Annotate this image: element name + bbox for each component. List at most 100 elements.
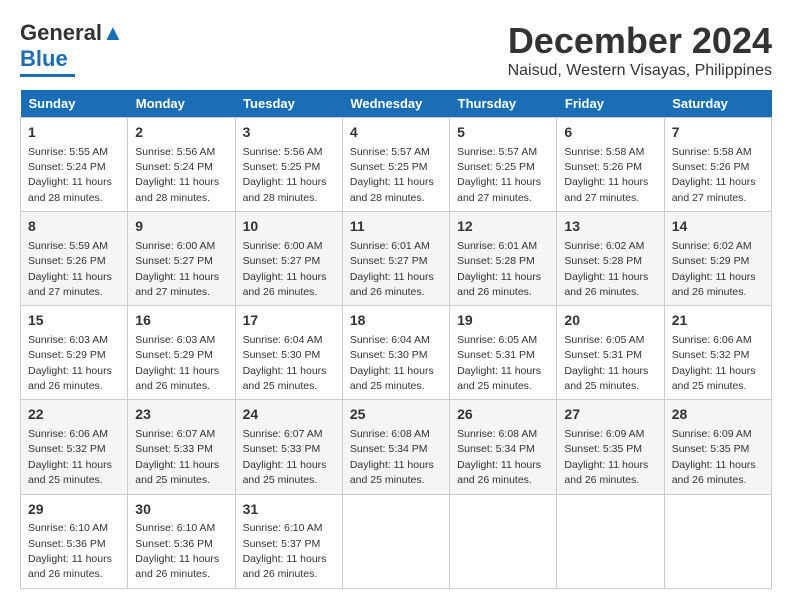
calendar-cell: 25 Sunrise: 6:08 AMSunset: 5:34 PMDaylig…	[342, 400, 449, 494]
day-number: 16	[135, 311, 227, 331]
day-number: 12	[457, 217, 549, 237]
day-detail: Sunrise: 6:06 AMSunset: 5:32 PMDaylight:…	[28, 428, 112, 486]
calendar-day-header: Friday	[557, 90, 664, 118]
calendar-cell: 31 Sunrise: 6:10 AMSunset: 5:37 PMDaylig…	[235, 494, 342, 588]
day-detail: Sunrise: 6:07 AMSunset: 5:33 PMDaylight:…	[243, 428, 327, 486]
day-number: 27	[564, 405, 656, 425]
calendar-cell: 19 Sunrise: 6:05 AMSunset: 5:31 PMDaylig…	[450, 306, 557, 400]
day-detail: Sunrise: 6:01 AMSunset: 5:28 PMDaylight:…	[457, 240, 541, 298]
calendar-cell: 16 Sunrise: 6:03 AMSunset: 5:29 PMDaylig…	[128, 306, 235, 400]
calendar-cell: 14 Sunrise: 6:02 AMSunset: 5:29 PMDaylig…	[664, 212, 771, 306]
calendar-week-row: 15 Sunrise: 6:03 AMSunset: 5:29 PMDaylig…	[21, 306, 772, 400]
calendar-cell: 13 Sunrise: 6:02 AMSunset: 5:28 PMDaylig…	[557, 212, 664, 306]
day-number: 5	[457, 123, 549, 143]
day-number: 11	[350, 217, 442, 237]
calendar-cell: 7 Sunrise: 5:58 AMSunset: 5:26 PMDayligh…	[664, 118, 771, 212]
calendar-day-header: Sunday	[21, 90, 128, 118]
day-detail: Sunrise: 6:03 AMSunset: 5:29 PMDaylight:…	[135, 334, 219, 392]
calendar-cell: 17 Sunrise: 6:04 AMSunset: 5:30 PMDaylig…	[235, 306, 342, 400]
calendar-header-row: SundayMondayTuesdayWednesdayThursdayFrid…	[21, 90, 772, 118]
day-number: 10	[243, 217, 335, 237]
day-number: 18	[350, 311, 442, 331]
day-number: 3	[243, 123, 335, 143]
calendar-cell: 2 Sunrise: 5:56 AMSunset: 5:24 PMDayligh…	[128, 118, 235, 212]
calendar-day-header: Tuesday	[235, 90, 342, 118]
day-detail: Sunrise: 6:02 AMSunset: 5:28 PMDaylight:…	[564, 240, 648, 298]
day-number: 4	[350, 123, 442, 143]
day-detail: Sunrise: 6:06 AMSunset: 5:32 PMDaylight:…	[672, 334, 756, 392]
calendar-cell: 3 Sunrise: 5:56 AMSunset: 5:25 PMDayligh…	[235, 118, 342, 212]
day-detail: Sunrise: 6:00 AMSunset: 5:27 PMDaylight:…	[135, 240, 219, 298]
calendar-day-header: Monday	[128, 90, 235, 118]
day-detail: Sunrise: 6:03 AMSunset: 5:29 PMDaylight:…	[28, 334, 112, 392]
calendar-cell: 23 Sunrise: 6:07 AMSunset: 5:33 PMDaylig…	[128, 400, 235, 494]
day-detail: Sunrise: 6:10 AMSunset: 5:37 PMDaylight:…	[243, 522, 327, 580]
logo-underline	[20, 74, 75, 77]
day-number: 1	[28, 123, 120, 143]
calendar-cell: 28 Sunrise: 6:09 AMSunset: 5:35 PMDaylig…	[664, 400, 771, 494]
calendar-cell: 20 Sunrise: 6:05 AMSunset: 5:31 PMDaylig…	[557, 306, 664, 400]
day-detail: Sunrise: 5:58 AMSunset: 5:26 PMDaylight:…	[672, 146, 756, 204]
calendar-cell: 29 Sunrise: 6:10 AMSunset: 5:36 PMDaylig…	[21, 494, 128, 588]
day-detail: Sunrise: 6:09 AMSunset: 5:35 PMDaylight:…	[672, 428, 756, 486]
calendar-day-header: Wednesday	[342, 90, 449, 118]
day-detail: Sunrise: 5:56 AMSunset: 5:24 PMDaylight:…	[135, 146, 219, 204]
calendar-cell	[557, 494, 664, 588]
day-number: 14	[672, 217, 764, 237]
day-number: 22	[28, 405, 120, 425]
calendar-cell: 5 Sunrise: 5:57 AMSunset: 5:25 PMDayligh…	[450, 118, 557, 212]
calendar-cell: 11 Sunrise: 6:01 AMSunset: 5:27 PMDaylig…	[342, 212, 449, 306]
calendar-cell: 4 Sunrise: 5:57 AMSunset: 5:25 PMDayligh…	[342, 118, 449, 212]
calendar-cell: 9 Sunrise: 6:00 AMSunset: 5:27 PMDayligh…	[128, 212, 235, 306]
calendar-cell	[342, 494, 449, 588]
page-header: General▲ Blue December 2024 Naisud, West…	[20, 20, 772, 80]
calendar-cell: 22 Sunrise: 6:06 AMSunset: 5:32 PMDaylig…	[21, 400, 128, 494]
day-number: 23	[135, 405, 227, 425]
calendar-cell: 18 Sunrise: 6:04 AMSunset: 5:30 PMDaylig…	[342, 306, 449, 400]
calendar-cell: 21 Sunrise: 6:06 AMSunset: 5:32 PMDaylig…	[664, 306, 771, 400]
day-detail: Sunrise: 6:08 AMSunset: 5:34 PMDaylight:…	[350, 428, 434, 486]
day-number: 24	[243, 405, 335, 425]
day-number: 9	[135, 217, 227, 237]
calendar-body: 1 Sunrise: 5:55 AMSunset: 5:24 PMDayligh…	[21, 118, 772, 589]
page-title: December 2024	[508, 20, 772, 62]
day-detail: Sunrise: 5:59 AMSunset: 5:26 PMDaylight:…	[28, 240, 112, 298]
day-number: 29	[28, 500, 120, 520]
day-detail: Sunrise: 6:09 AMSunset: 5:35 PMDaylight:…	[564, 428, 648, 486]
calendar-day-header: Thursday	[450, 90, 557, 118]
page-subtitle: Naisud, Western Visayas, Philippines	[508, 62, 772, 80]
day-detail: Sunrise: 6:10 AMSunset: 5:36 PMDaylight:…	[28, 522, 112, 580]
calendar-cell: 8 Sunrise: 5:59 AMSunset: 5:26 PMDayligh…	[21, 212, 128, 306]
day-number: 30	[135, 500, 227, 520]
calendar-cell: 15 Sunrise: 6:03 AMSunset: 5:29 PMDaylig…	[21, 306, 128, 400]
day-detail: Sunrise: 6:00 AMSunset: 5:27 PMDaylight:…	[243, 240, 327, 298]
day-number: 2	[135, 123, 227, 143]
day-detail: Sunrise: 5:57 AMSunset: 5:25 PMDaylight:…	[350, 146, 434, 204]
day-detail: Sunrise: 6:05 AMSunset: 5:31 PMDaylight:…	[457, 334, 541, 392]
day-number: 17	[243, 311, 335, 331]
day-detail: Sunrise: 6:02 AMSunset: 5:29 PMDaylight:…	[672, 240, 756, 298]
logo-blue: Blue	[20, 46, 68, 72]
day-number: 6	[564, 123, 656, 143]
day-detail: Sunrise: 5:56 AMSunset: 5:25 PMDaylight:…	[243, 146, 327, 204]
calendar-cell: 27 Sunrise: 6:09 AMSunset: 5:35 PMDaylig…	[557, 400, 664, 494]
calendar-cell: 24 Sunrise: 6:07 AMSunset: 5:33 PMDaylig…	[235, 400, 342, 494]
calendar-cell: 6 Sunrise: 5:58 AMSunset: 5:26 PMDayligh…	[557, 118, 664, 212]
calendar-cell	[450, 494, 557, 588]
calendar-cell: 26 Sunrise: 6:08 AMSunset: 5:34 PMDaylig…	[450, 400, 557, 494]
day-number: 21	[672, 311, 764, 331]
day-detail: Sunrise: 6:08 AMSunset: 5:34 PMDaylight:…	[457, 428, 541, 486]
calendar-week-row: 8 Sunrise: 5:59 AMSunset: 5:26 PMDayligh…	[21, 212, 772, 306]
day-detail: Sunrise: 6:05 AMSunset: 5:31 PMDaylight:…	[564, 334, 648, 392]
calendar-cell	[664, 494, 771, 588]
day-number: 8	[28, 217, 120, 237]
calendar-week-row: 29 Sunrise: 6:10 AMSunset: 5:36 PMDaylig…	[21, 494, 772, 588]
day-detail: Sunrise: 6:10 AMSunset: 5:36 PMDaylight:…	[135, 522, 219, 580]
day-detail: Sunrise: 5:57 AMSunset: 5:25 PMDaylight:…	[457, 146, 541, 204]
day-number: 31	[243, 500, 335, 520]
day-detail: Sunrise: 5:55 AMSunset: 5:24 PMDaylight:…	[28, 146, 112, 204]
calendar-week-row: 22 Sunrise: 6:06 AMSunset: 5:32 PMDaylig…	[21, 400, 772, 494]
day-number: 20	[564, 311, 656, 331]
day-number: 7	[672, 123, 764, 143]
day-number: 25	[350, 405, 442, 425]
